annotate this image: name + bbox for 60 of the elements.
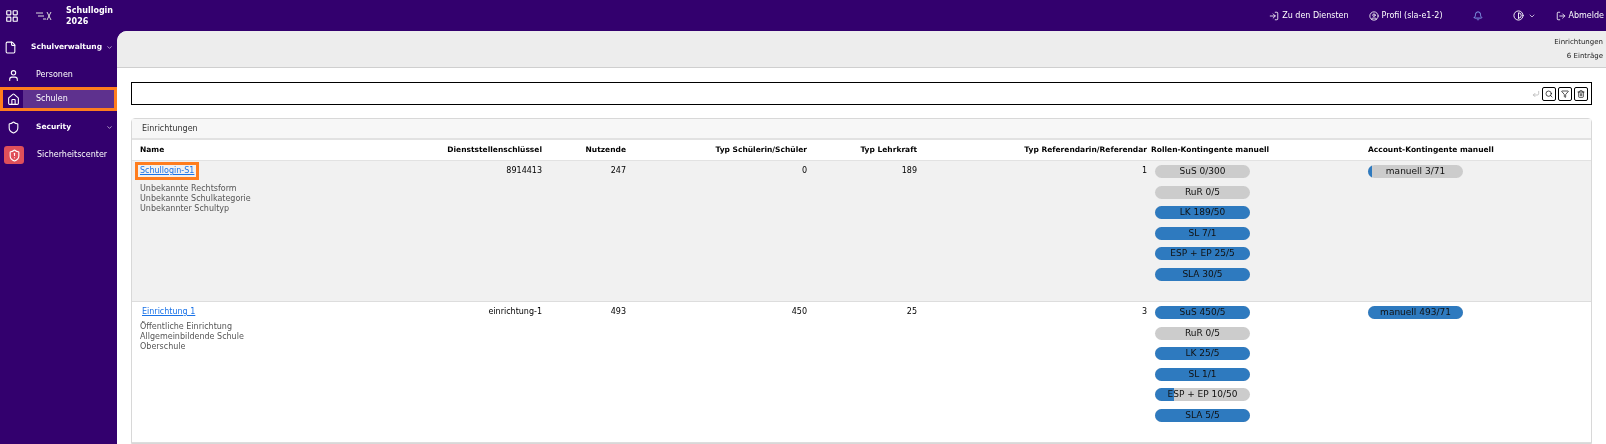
sidebar-item[interactable]: Personen — [0, 63, 117, 87]
table-title: Einrichtungen — [142, 122, 198, 135]
chevron-icon — [106, 43, 113, 51]
table-cell: einrichtung-1 — [488, 307, 542, 316]
table-cell: 1 — [1141, 166, 1147, 175]
logout-link[interactable]: Abmelde — [1568, 9, 1604, 22]
table-cell: 247 — [610, 166, 626, 175]
table-row[interactable]: Schullogin-S1 Unbekannte Rechtsform Unbekannte Schulkategorie Unbekannter Schultyp 8914413 247 0 189 1 SuS 0/300 RuR 0/5 LK 189/50 SL 7/1 ESP + EP 25/5 SLA 30/5 manuell 3/71 — [132, 161, 1591, 302]
table-cell: 3 — [1141, 307, 1147, 316]
school-detail: Unbekannte Rechtsform — [140, 184, 238, 194]
school-detail: Öffentliche Einrichtung — [140, 322, 233, 332]
school-detail: Unbekannter Schultyp — [140, 204, 231, 214]
profile-link[interactable]: Profil (sla-e1-2) — [1381, 9, 1443, 22]
sidebar-item[interactable]: Sicherheitscenter — [0, 143, 117, 167]
person-icon — [6, 68, 20, 82]
school-detail: Allgemeinbildende Schule — [140, 332, 245, 342]
table-cell: 25 — [906, 307, 917, 316]
quota-bar: SuS 0/300 — [1155, 165, 1250, 178]
quota-bar: SL 7/1 — [1155, 226, 1250, 240]
table-cell: 189 — [901, 166, 917, 175]
quota-bar: ESP + EP 25/5 — [1155, 247, 1250, 260]
enter-icon — [1532, 89, 1540, 98]
quota-bar: manuell 3/71 — [1368, 165, 1463, 178]
quota-bar: LK 189/50 — [1155, 206, 1250, 219]
search-button[interactable] — [1542, 86, 1556, 101]
school-link[interactable]: Einrichtung 1 — [140, 306, 198, 318]
quota-bar: SL 1/1 — [1155, 367, 1250, 381]
shield-icon — [6, 120, 20, 134]
shield-alert-icon — [7, 148, 21, 162]
notification-bell-icon[interactable] — [1472, 10, 1483, 21]
quota-bar: manuell 493/71 — [1368, 306, 1463, 319]
quota-bar: SuS 450/5 — [1155, 306, 1250, 319]
house-icon — [6, 92, 20, 106]
chevron-icon — [106, 123, 113, 131]
filter-button[interactable] — [1558, 86, 1572, 101]
quota-bar: RuR 0/5 — [1155, 185, 1250, 199]
user-circle-icon[interactable] — [1368, 10, 1379, 21]
services-link[interactable]: Zu den Diensten — [1282, 9, 1349, 22]
school-detail: Oberschule — [140, 342, 187, 352]
exit-icon[interactable] — [1555, 10, 1566, 21]
contrast-icon[interactable] — [1512, 10, 1524, 21]
school-link[interactable]: Schullogin-S1 — [135, 162, 200, 180]
document-icon — [4, 40, 17, 54]
sidebar-item[interactable]: Schulen — [0, 87, 117, 111]
app-year: 2026 — [66, 15, 90, 27]
table-cell: 8914413 — [506, 166, 542, 175]
quota-bar: LK 25/5 — [1155, 347, 1250, 360]
enter-icon[interactable] — [1269, 10, 1280, 21]
table-cell: 493 — [610, 307, 626, 316]
app-grid-icon[interactable] — [5, 8, 19, 23]
school-detail: Unbekannte Schulkategorie — [140, 194, 252, 204]
table-cell: 0 — [801, 166, 807, 175]
logo-icon — [35, 10, 53, 21]
quota-bar: RuR 0/5 — [1155, 326, 1250, 340]
quota-bar: SLA 5/5 — [1155, 408, 1250, 422]
delete-button[interactable] — [1574, 86, 1588, 101]
quota-bar: SLA 30/5 — [1155, 267, 1250, 281]
app-title: Schullogin — [66, 4, 114, 16]
table-cell: 450 — [791, 307, 807, 316]
search-field[interactable] — [131, 82, 1592, 105]
